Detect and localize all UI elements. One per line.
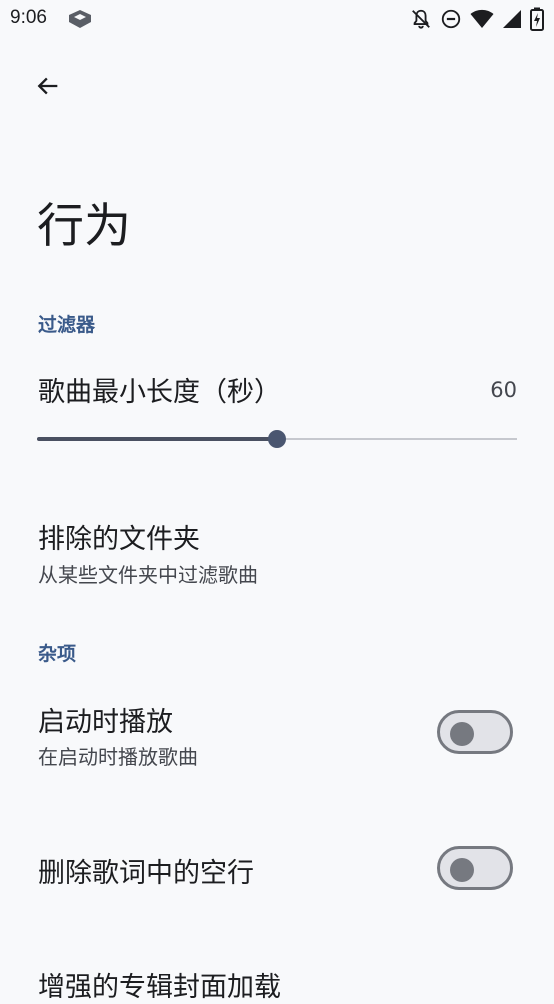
pref-play-on-start-summary: 在启动时播放歌曲 [38, 745, 198, 769]
min-song-length-slider[interactable] [37, 428, 517, 450]
wifi-icon [470, 8, 494, 30]
remove-empty-lyric-lines-switch[interactable] [437, 846, 513, 890]
pref-min-song-length-title: 歌曲最小长度（秒） [38, 377, 281, 408]
pref-excluded-folders-summary: 从某些文件夹中过滤歌曲 [38, 563, 258, 587]
do-not-disturb-icon [440, 8, 462, 30]
switch-thumb [450, 858, 474, 882]
arrow-back-icon [34, 72, 62, 104]
slider-thumb[interactable] [268, 430, 286, 448]
slider-value: 60 [490, 378, 517, 402]
status-icons [410, 7, 544, 31]
pref-remove-empty-lyric-lines-title: 删除歌词中的空行 [38, 858, 254, 889]
status-time: 9:06 [10, 7, 47, 28]
cell-signal-icon [502, 8, 522, 30]
status-bar: 9:06 [0, 0, 554, 40]
play-on-start-switch[interactable] [437, 710, 513, 754]
section-header-misc: 杂项 [38, 643, 77, 665]
battery-icon [530, 7, 544, 31]
switch-thumb [450, 722, 474, 746]
pref-play-on-start-title: 启动时播放 [38, 707, 173, 738]
notifications-off-icon [410, 8, 432, 30]
section-header-filters: 过滤器 [38, 314, 96, 336]
page-title: 行为 [37, 199, 131, 254]
app-notification-icon [68, 9, 92, 29]
pref-excluded-folders-title: 排除的文件夹 [38, 524, 200, 555]
back-button[interactable] [26, 66, 70, 110]
slider-track-active [37, 437, 277, 441]
